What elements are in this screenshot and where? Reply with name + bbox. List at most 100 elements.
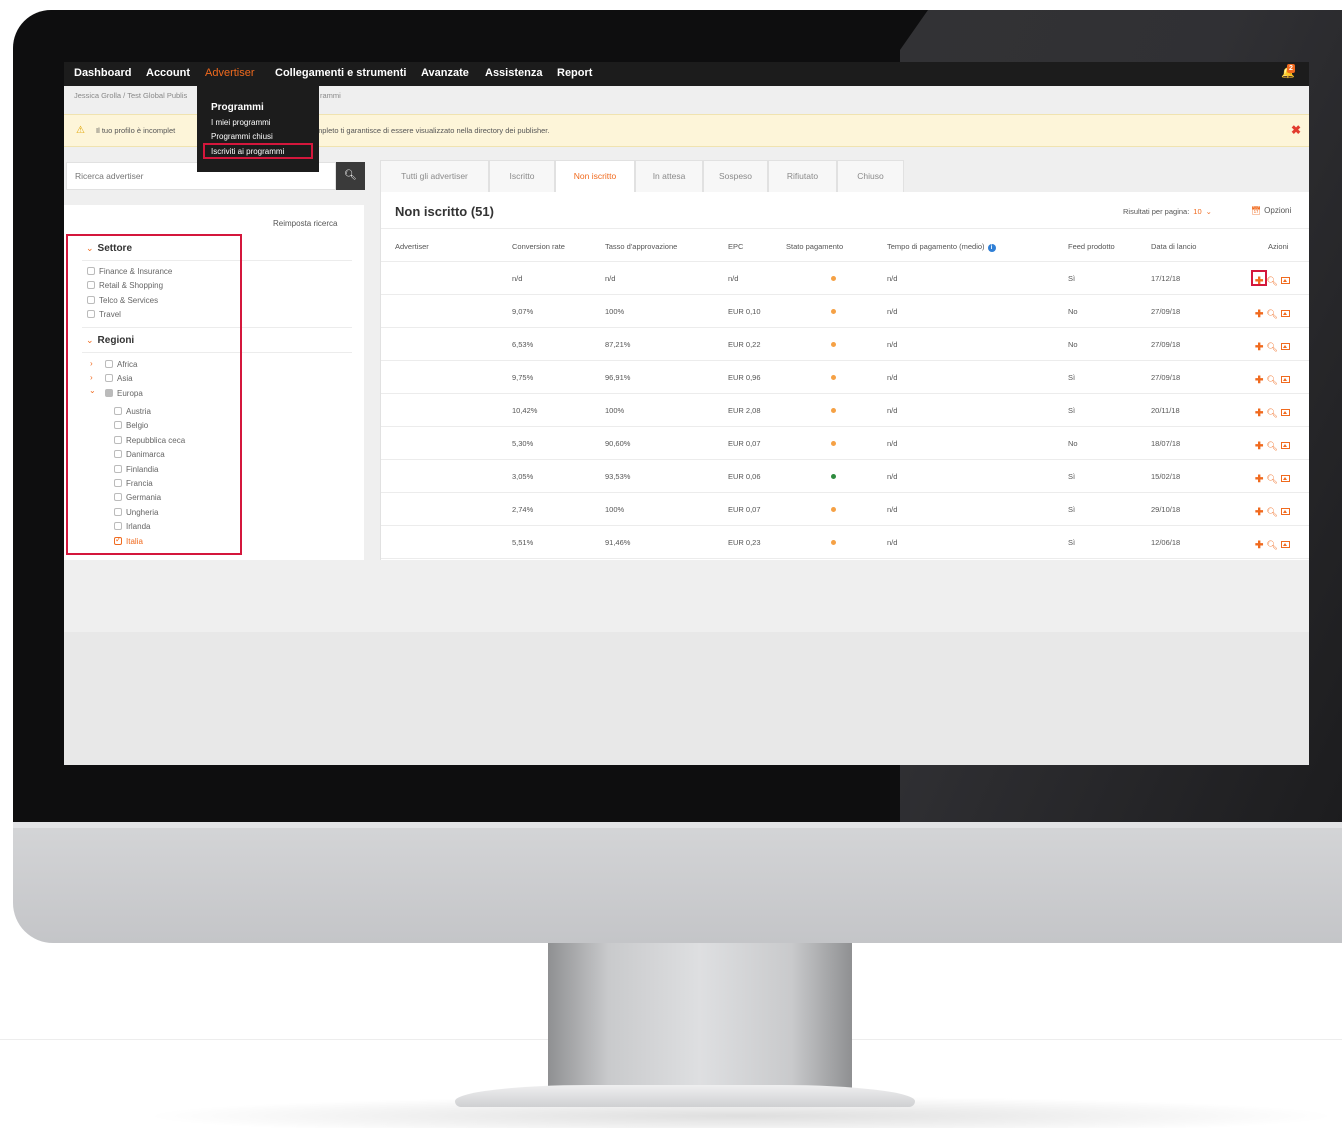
breadcrumb-start[interactable]: Jessica Grolla / Test Global Publis <box>74 91 187 100</box>
payment-status-dot <box>831 276 836 281</box>
reset-search-link[interactable]: Reimposta ricerca <box>273 219 337 228</box>
search-icon[interactable]: 🔍︎ <box>1266 441 1277 452</box>
monitor-stand-foot <box>455 1085 915 1107</box>
table-row[interactable]: 9,07% 100% EUR 0,10 n/d No 27/09/18 ✚ 🔍︎ <box>381 295 1309 328</box>
image-icon[interactable] <box>1280 277 1290 284</box>
add-icon[interactable]: ✚ <box>1255 507 1263 518</box>
row-actions: ✚ 🔍︎ <box>1255 436 1293 454</box>
col-feed-prodotto[interactable]: Feed prodotto <box>1068 242 1115 251</box>
search-icon: 🔍︎ <box>344 170 357 181</box>
search-icon[interactable]: 🔍︎ <box>1266 507 1277 518</box>
table-row[interactable]: 6,53% 87,21% EUR 0,22 n/d No 27/09/18 ✚ 🔍︎ <box>381 328 1309 361</box>
tab-chiuso[interactable]: Chiuso <box>837 160 904 193</box>
nav-report[interactable]: Report <box>557 67 592 79</box>
col-advertiser[interactable]: Advertiser <box>395 242 429 251</box>
search-icon[interactable]: 🔍︎ <box>1266 375 1277 386</box>
add-icon[interactable]: ✚ <box>1255 474 1263 485</box>
search-icon[interactable]: 🔍︎ <box>1266 474 1277 485</box>
tab-rifiutato[interactable]: Rifiutato <box>768 160 837 193</box>
tab-non-iscritto[interactable]: Non iscritto <box>555 160 635 193</box>
add-icon[interactable]: ✚ <box>1255 408 1263 419</box>
search-button[interactable]: 🔍︎ <box>336 162 365 190</box>
empty-area <box>64 632 1309 765</box>
cell-product-feed: No <box>1068 439 1078 448</box>
image-icon[interactable] <box>1280 442 1290 449</box>
image-icon[interactable] <box>1280 475 1290 482</box>
row-actions: ✚ 🔍︎ <box>1255 370 1293 388</box>
per-page-value[interactable]: 10 <box>1193 207 1201 216</box>
search-icon[interactable]: 🔍︎ <box>1266 342 1277 353</box>
cell-payment-time: n/d <box>887 274 898 283</box>
results-per-page-select[interactable]: Risultati per pagina: 10 ⌄ <box>1123 207 1212 216</box>
table-row[interactable]: 2,74% 100% EUR 0,07 n/d Sì 29/10/18 ✚ 🔍︎ <box>381 493 1309 526</box>
tab-in-attesa[interactable]: In attesa <box>635 160 703 193</box>
image-icon[interactable] <box>1280 508 1290 515</box>
nav-account[interactable]: Account <box>146 67 190 79</box>
close-icon[interactable]: ✖ <box>1291 123 1301 137</box>
cell-launch-date: 27/09/18 <box>1151 340 1181 349</box>
monitor-mockup: Dashboard Account Advertiser Collegament… <box>0 0 1342 1128</box>
image-icon[interactable] <box>1280 310 1290 317</box>
add-icon[interactable]: ✚ <box>1255 342 1263 353</box>
row-actions: ✚ 🔍︎ <box>1255 403 1293 421</box>
dropdown-header: Programmi <box>211 102 264 113</box>
add-icon[interactable]: ✚ <box>1255 309 1263 320</box>
tab-tutti-advertiser[interactable]: Tutti gli advertiser <box>380 160 489 193</box>
table-row[interactable]: n/d n/d n/d n/d Sì 17/12/18 ✚ 🔍︎ <box>381 262 1309 295</box>
warning-text-end: mpleto ti garantisce di essere visualizz… <box>316 126 550 135</box>
search-icon[interactable]: 🔍︎ <box>1266 540 1277 551</box>
cell-epc: EUR 2,08 <box>728 406 761 415</box>
highlight-box <box>1251 270 1267 286</box>
cell-payment-time: n/d <box>887 538 898 547</box>
cell-approval-rate: 91,46% <box>605 538 631 547</box>
cell-epc: EUR 0,06 <box>728 472 761 481</box>
cell-approval-rate: 87,21% <box>605 340 631 349</box>
cell-epc: n/d <box>728 274 739 283</box>
table-row[interactable]: 9,75% 96,91% EUR 0,96 n/d Sì 27/09/18 ✚ 🔍︎ <box>381 361 1309 394</box>
col-tempo-pagamento[interactable]: Tempo di pagamento (medio) i <box>887 242 996 252</box>
cell-conversion-rate: 9,07% <box>512 307 534 316</box>
cell-launch-date: 20/11/18 <box>1151 406 1180 415</box>
search-icon[interactable]: 🔍︎ <box>1266 309 1277 320</box>
image-icon[interactable] <box>1280 376 1290 383</box>
cell-conversion-rate: 9,75% <box>512 373 534 382</box>
search-icon[interactable]: 🔍︎ <box>1266 276 1277 287</box>
col-tasso-approvazione[interactable]: Tasso d'approvazione <box>605 242 677 251</box>
cell-payment-time: n/d <box>887 340 898 349</box>
col-stato-pagamento[interactable]: Stato pagamento <box>786 242 843 251</box>
nav-dashboard[interactable]: Dashboard <box>74 67 131 79</box>
nav-advertiser[interactable]: Advertiser <box>205 67 255 79</box>
cell-payment-time: n/d <box>887 472 898 481</box>
search-icon[interactable]: 🔍︎ <box>1266 408 1277 419</box>
row-actions: ✚ 🔍︎ <box>1255 337 1293 355</box>
table-row[interactable]: 5,30% 90,60% EUR 0,07 n/d No 18/07/18 ✚ 🔍︎ <box>381 427 1309 460</box>
cell-launch-date: 15/02/18 <box>1151 472 1181 481</box>
table-row[interactable]: 5,51% 91,46% EUR 0,23 n/d Sì 12/06/18 ✚ 🔍︎ <box>381 526 1309 559</box>
col-epc[interactable]: EPC <box>728 242 743 251</box>
nav-assistenza[interactable]: Assistenza <box>485 67 542 79</box>
notifications-bell-icon[interactable]: 🔔 2 <box>1281 64 1295 80</box>
add-icon[interactable]: ✚ <box>1255 375 1263 386</box>
nav-collegamenti-strumenti[interactable]: Collegamenti e strumenti <box>275 67 406 79</box>
add-icon[interactable]: ✚ <box>1255 540 1263 551</box>
menu-item-miei-programmi[interactable]: I miei programmi <box>211 118 271 127</box>
table-row[interactable]: 3,05% 93,53% EUR 0,06 n/d Sì 15/02/18 ✚ 🔍︎ <box>381 460 1309 493</box>
table-row[interactable]: 10,42% 100% EUR 2,08 n/d Sì 20/11/18 ✚ 🔍︎ <box>381 394 1309 427</box>
add-icon[interactable]: ✚ <box>1255 441 1263 452</box>
cell-epc: EUR 0,22 <box>728 340 761 349</box>
tab-iscritto[interactable]: Iscritto <box>489 160 555 193</box>
cell-product-feed: Sì <box>1068 373 1076 382</box>
info-icon[interactable]: i <box>987 244 996 252</box>
row-actions: ✚ 🔍︎ <box>1255 502 1293 520</box>
tab-sospeso[interactable]: Sospeso <box>703 160 768 193</box>
options-button[interactable]: 📅︎ Opzioni <box>1251 206 1291 215</box>
cell-payment-time: n/d <box>887 505 898 514</box>
results-title: Non iscritto (51) <box>395 204 494 219</box>
image-icon[interactable] <box>1280 541 1290 548</box>
col-data-lancio[interactable]: Data di lancio <box>1151 242 1196 251</box>
image-icon[interactable] <box>1280 343 1290 350</box>
col-conversion-rate[interactable]: Conversion rate <box>512 242 565 251</box>
nav-avanzate[interactable]: Avanzate <box>421 67 469 79</box>
image-icon[interactable] <box>1280 409 1290 416</box>
menu-item-programmi-chiusi[interactable]: Programmi chiusi <box>211 132 273 141</box>
